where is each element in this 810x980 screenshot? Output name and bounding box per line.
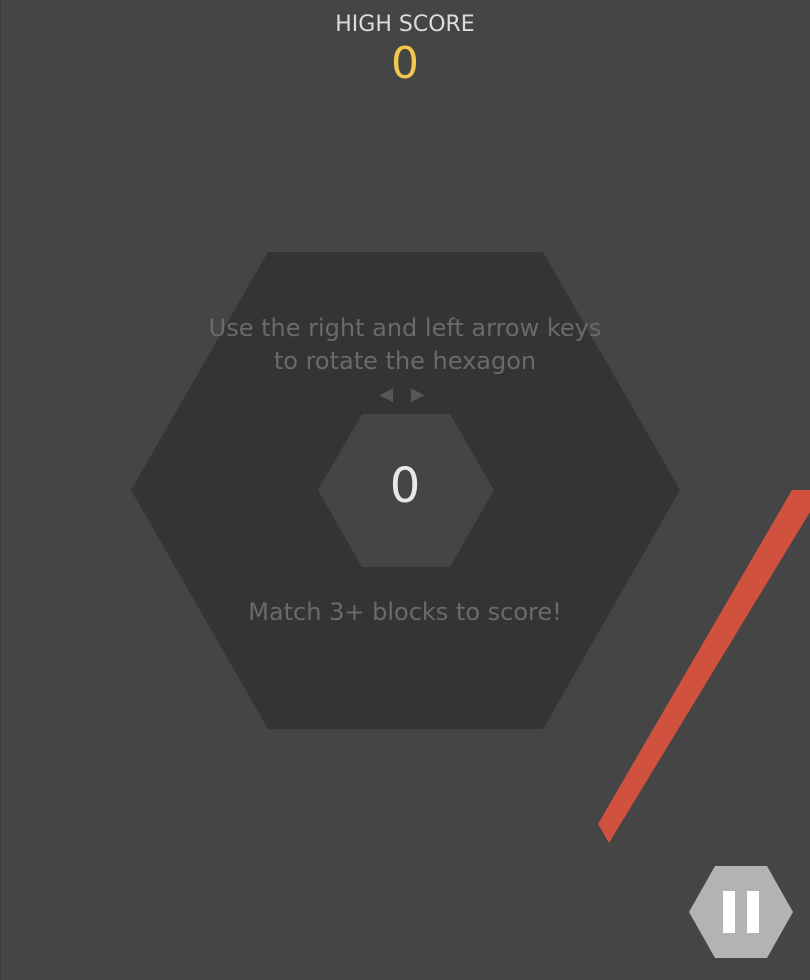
pause-button[interactable] <box>687 864 795 960</box>
instruction-line-1: Use the right and left arrow keys <box>208 314 602 342</box>
pause-button-hexagon[interactable] <box>689 866 793 958</box>
match-hint: Match 3+ blocks to score! <box>248 598 562 626</box>
current-score: 0 <box>389 458 421 514</box>
instruction-line-2: to rotate the hexagon <box>273 347 537 375</box>
arrow-keys-icon: ◀ ▶ <box>379 384 431 405</box>
game-stage[interactable]: HIGH SCORE 0 Use the right and left arro… <box>0 0 810 980</box>
